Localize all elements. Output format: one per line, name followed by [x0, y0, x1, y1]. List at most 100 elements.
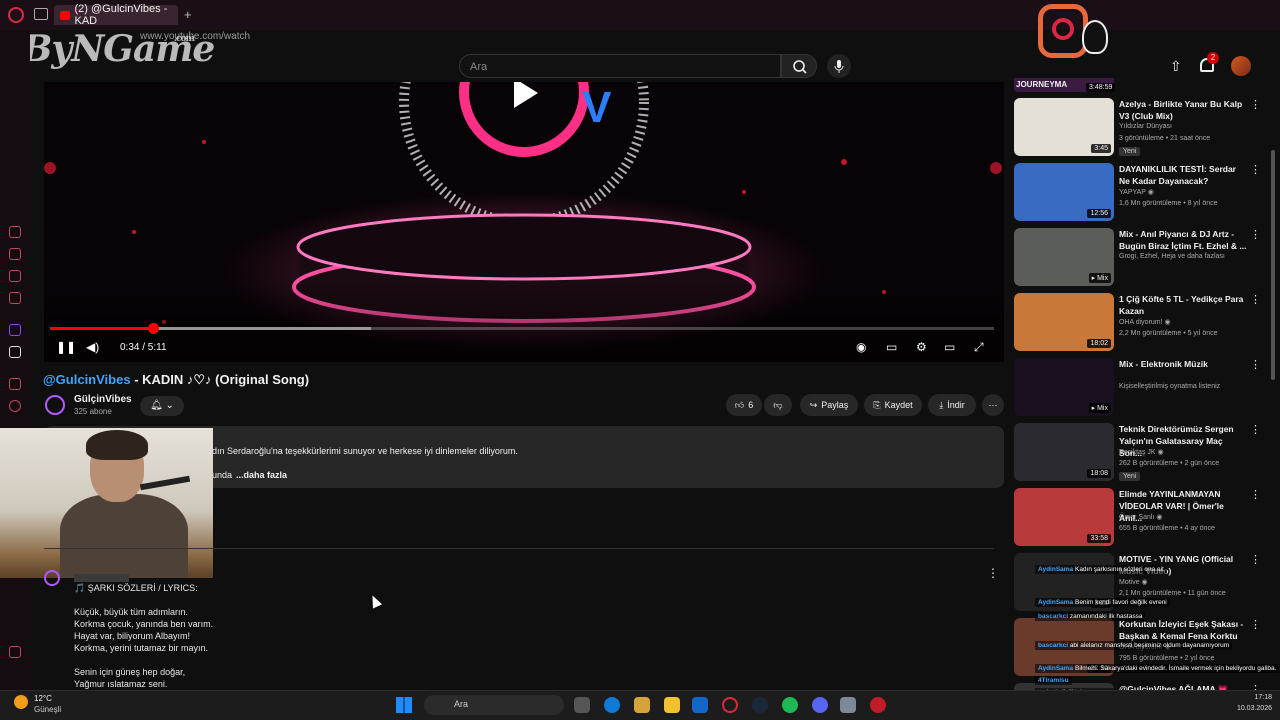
rec-menu-icon[interactable]: ⋮: [1250, 683, 1261, 690]
search-input[interactable]: Ara: [459, 54, 781, 78]
rec-channel[interactable]: Ömer Şanlı ◉: [1119, 513, 1162, 521]
rec-item[interactable]: ▸ Mix Mix - Anıl Piyancı & DJ Artz - Bugü…: [1014, 228, 1270, 290]
rec-menu-icon[interactable]: ⋮: [1250, 358, 1261, 371]
windows-start-icon[interactable]: [396, 697, 412, 713]
task-view-icon[interactable]: [574, 697, 590, 713]
rec-title[interactable]: @GulcinVibes AĞLAMA 💗: [1119, 683, 1247, 690]
rec-thumbnail[interactable]: ▸ Mix: [1014, 228, 1114, 286]
autoplay-toggle-icon[interactable]: ◉: [856, 340, 866, 354]
rec-menu-icon[interactable]: ⋮: [1250, 98, 1261, 111]
save-button[interactable]: ⎘ Kaydet: [864, 394, 922, 416]
clock-date[interactable]: 10.03.2026: [1212, 705, 1272, 712]
volume-icon[interactable]: ◀): [86, 340, 99, 354]
scrollbar[interactable]: [1271, 150, 1275, 380]
opera-gx-icon[interactable]: [722, 697, 738, 713]
more-actions-button[interactable]: ⋯: [982, 394, 1004, 416]
weather-desc[interactable]: Güneşli: [34, 705, 61, 714]
create-upload-icon[interactable]: ⇧: [1170, 58, 1182, 75]
rec-title[interactable]: Mix - Anıl Piyancı & DJ Artz - Bugün Bir…: [1119, 228, 1247, 252]
voice-search-button[interactable]: [827, 54, 851, 78]
obs-icon[interactable]: [870, 697, 886, 713]
rec-menu-icon[interactable]: ⋮: [1250, 163, 1261, 176]
download-button[interactable]: ⤓ İndir: [928, 394, 976, 416]
rec-channel[interactable]: Yıldızlar Dünyası: [1119, 123, 1172, 130]
rec-menu-icon[interactable]: ⋮: [1250, 488, 1261, 501]
rec-thumbnail[interactable]: 3:45: [1014, 98, 1114, 156]
sidebar-gx-icon[interactable]: [9, 646, 21, 658]
discord-icon[interactable]: [812, 697, 828, 713]
weather-temp[interactable]: 12°C: [34, 694, 52, 703]
rec-thumbnail[interactable]: ▸ Mix: [1014, 358, 1114, 416]
sidebar-messenger-icon[interactable]: [9, 292, 21, 304]
rec-menu-icon[interactable]: ⋮: [1250, 228, 1261, 241]
rec-title[interactable]: Azelya - Birlikte Yanar Bu Kalp V3 (Club…: [1119, 98, 1247, 122]
sidebar-history-icon[interactable]: [9, 226, 21, 238]
rec-channel[interactable]: Motive ◉: [1119, 578, 1148, 586]
new-tab-button[interactable]: +: [184, 7, 192, 22]
rec-item[interactable]: 33:58 Elimde YAYINLANMAYAN VİDEOLAR VAR! …: [1014, 488, 1270, 550]
rec-title[interactable]: Mix - Elektronik Müzik: [1119, 358, 1247, 370]
clock-time[interactable]: 17:18: [1212, 694, 1272, 701]
tab-islands-icon[interactable]: [34, 8, 48, 20]
rec-menu-icon[interactable]: ⋮: [1250, 423, 1261, 436]
video-player[interactable]: V ❚❚ ◀) 0:34 / 5:11 ◉ ▭ ⚙ ▭ ⤢: [44, 82, 1004, 362]
copilot-icon[interactable]: [634, 697, 650, 713]
comment-menu-button[interactable]: ⋮: [987, 566, 999, 580]
theater-mode-icon[interactable]: ▭: [944, 340, 955, 354]
settings-gear-icon[interactable]: ⚙: [916, 340, 927, 354]
fullscreen-icon[interactable]: ⤢: [974, 340, 984, 355]
rec-channel[interactable]: Kişiselleştirilmiş oynatma listeniz: [1119, 383, 1220, 390]
edge-icon[interactable]: [604, 697, 620, 713]
sidebar-twitch-icon[interactable]: [9, 324, 21, 336]
rec-thumbnail[interactable]: 18:08: [1014, 423, 1114, 481]
channel-name[interactable]: GülçinVibes: [74, 394, 132, 405]
active-tab[interactable]: (2) @GulcinVibes - KAD: [54, 3, 178, 27]
opera-logo-icon[interactable]: [8, 7, 24, 23]
channel-avatar[interactable]: [45, 395, 65, 415]
rec-menu-icon[interactable]: ⋮: [1250, 553, 1261, 566]
rec-title[interactable]: DAYANIKLILIK TESTİ: Serdar Ne Kadar Daya…: [1119, 163, 1247, 187]
store-icon[interactable]: [692, 697, 708, 713]
rec-menu-icon[interactable]: ⋮: [1250, 293, 1261, 306]
search-button[interactable]: [781, 54, 817, 78]
rec-item[interactable]: 3:45 Azelya - Birlikte Yanar Bu Kalp V3 (…: [1014, 98, 1270, 160]
rec-item[interactable]: ▸ Mix Mix - Elektronik Müzik Kişiselleştir…: [1014, 358, 1270, 420]
sidebar-x-icon[interactable]: [9, 346, 21, 358]
title-mention-link[interactable]: @GulcinVibes: [43, 372, 131, 387]
progress-bar[interactable]: [50, 323, 994, 334]
rec-channel[interactable]: Beşiktaş JK ◉: [1119, 448, 1164, 456]
comment-avatar[interactable]: [44, 570, 60, 586]
pause-icon[interactable]: ❚❚: [56, 340, 76, 354]
like-button[interactable]: 👍︎ 6: [726, 394, 762, 416]
taskbar-search[interactable]: Ara: [424, 695, 564, 715]
weather-sun-icon[interactable]: [14, 695, 28, 709]
rec-title[interactable]: 1 Çiğ Köfte 5 TL - Yedikçe Para Kazan: [1119, 293, 1247, 317]
rec-item[interactable]: 18:08 Teknik Direktörümüz Sergen Yalçın'ı…: [1014, 423, 1270, 485]
sidebar-player-icon[interactable]: [9, 378, 21, 390]
rec-channel[interactable]: OHA diyorum! ◉: [1119, 318, 1171, 326]
show-more-link[interactable]: ...daha fazla: [236, 470, 287, 480]
file-explorer-icon[interactable]: [664, 697, 680, 713]
sidebar-wallet-icon[interactable]: [9, 270, 21, 282]
rec-channel[interactable]: Grogi, Ezhel, Heja ve daha fazlası: [1119, 253, 1225, 260]
rec-channel[interactable]: YAPYAP ◉: [1119, 188, 1154, 196]
rec-thumbnail[interactable]: 33:58: [1014, 488, 1114, 546]
rec-thumbnail[interactable]: 12:56: [1014, 163, 1114, 221]
subscription-bell-button[interactable]: 🔔︎ ⌄: [140, 396, 184, 416]
progress-scrubber[interactable]: [147, 323, 159, 334]
user-avatar[interactable]: [1231, 56, 1251, 76]
subtitles-icon[interactable]: ▭: [886, 340, 897, 354]
rec-item[interactable]: 12:56 DAYANIKLILIK TESTİ: Serdar Ne Kadar…: [1014, 163, 1270, 225]
rec-item[interactable]: 18:02 1 Çiğ Köfte 5 TL - Yedikçe Para Kaz…: [1014, 293, 1270, 355]
steam-icon[interactable]: [752, 697, 768, 713]
sidebar-bag-icon[interactable]: [9, 248, 21, 260]
rec-item-partial[interactable]: JOURNEYMA 3:48:59: [1014, 78, 1270, 92]
sidebar-clock-icon[interactable]: [9, 400, 21, 412]
share-button[interactable]: ↪ Paylaş: [800, 394, 858, 416]
dislike-button[interactable]: 👎︎: [764, 394, 792, 416]
rec-thumbnail[interactable]: 18:02: [1014, 293, 1114, 351]
spotify-icon[interactable]: [782, 697, 798, 713]
settings-app-icon[interactable]: [840, 697, 856, 713]
rec-menu-icon[interactable]: ⋮: [1250, 618, 1261, 631]
rec-title[interactable]: Korkutan İzleyici Eşek Şakası - Başkan &…: [1119, 618, 1247, 642]
